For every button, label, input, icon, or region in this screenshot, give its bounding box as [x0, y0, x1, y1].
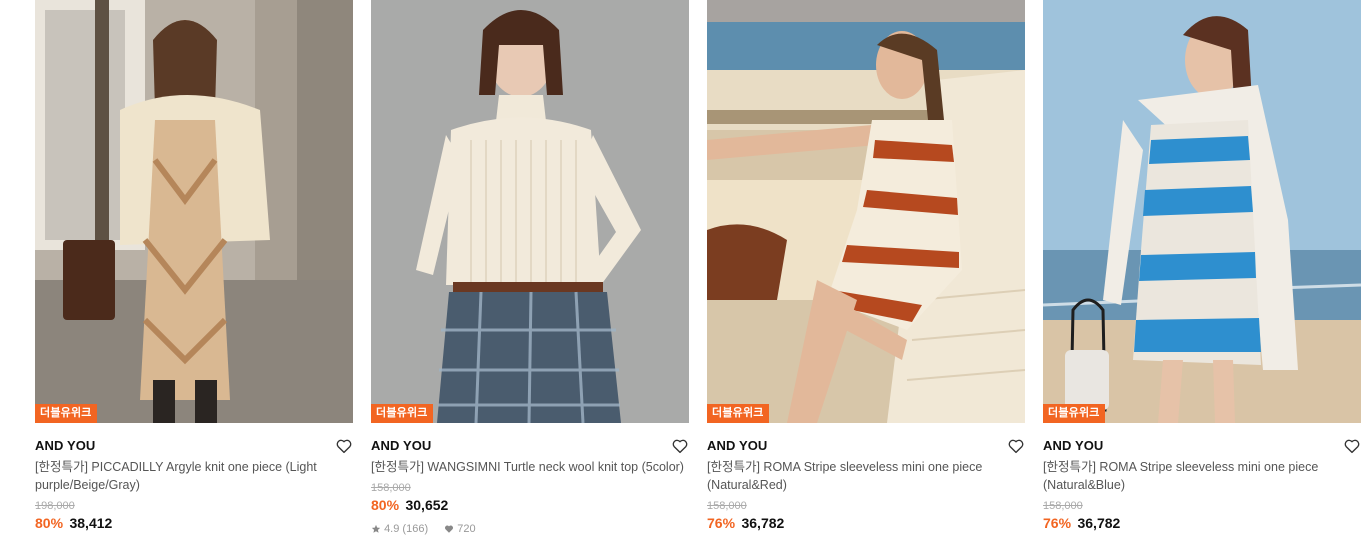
original-price: 158,000	[1043, 500, 1083, 512]
price-row: 76% 36,782	[707, 513, 1025, 534]
original-price: 158,000	[707, 500, 747, 512]
product-title[interactable]: [한정특가] PICCADILLY Argyle knit one piece …	[35, 458, 353, 496]
sale-price: 38,412	[69, 515, 113, 531]
price-row: 76% 36,782	[1043, 513, 1361, 534]
product-photo	[707, 0, 1025, 423]
brand-name[interactable]: AND YOU	[1043, 435, 1361, 457]
rating-value: 4.9	[384, 523, 400, 536]
product-card: 더블유위크 AND YOU [한정특가] ROMA Stripe sleevel…	[707, 0, 1025, 550]
heart-filled-icon	[444, 524, 454, 534]
product-image-link[interactable]: 더블유위크	[1043, 0, 1361, 423]
brand-name[interactable]: AND YOU	[707, 435, 1025, 457]
discount-rate: 76%	[1043, 515, 1072, 531]
brand-row: AND YOU	[371, 435, 689, 457]
brand-row: AND YOU	[35, 435, 353, 457]
product-image-link[interactable]: 더블유위크	[35, 0, 353, 423]
product-title[interactable]: [한정특가] WANGSIMNI Turtle neck wool knit t…	[371, 458, 689, 478]
price-row: 80% 38,412	[35, 513, 353, 534]
product-grid: 더블유위크 AND YOU [한정특가] PICCADILLY Argyle k…	[0, 0, 1366, 550]
heart-outline-icon[interactable]	[1007, 437, 1025, 455]
product-image-link[interactable]: 더블유위크	[371, 0, 689, 423]
discount-rate: 80%	[371, 497, 400, 513]
product-title[interactable]: [한정특가] ROMA Stripe sleeveless mini one p…	[707, 458, 1025, 496]
product-card: 더블유위크 AND YOU [한정특가] PICCADILLY Argyle k…	[35, 0, 353, 550]
sale-price: 36,782	[741, 515, 785, 531]
promo-badge: 더블유위크	[35, 404, 97, 423]
like-count: 720	[457, 523, 476, 536]
product-image-link[interactable]: 더블유위크	[707, 0, 1025, 423]
product-card: 더블유위크 AND YOU [한정특가] ROMA Stripe sleevel…	[1043, 0, 1361, 550]
product-photo	[371, 0, 689, 423]
promo-badge: 더블유위크	[371, 404, 433, 423]
review-meta: 4.9 (166) 720	[371, 522, 689, 536]
promo-badge: 더블유위크	[1043, 404, 1105, 423]
original-price: 158,000	[371, 482, 411, 494]
heart-outline-icon[interactable]	[1343, 437, 1361, 455]
product-card: 더블유위크 AND YOU [한정특가] WANGSIMNI Turtle ne…	[371, 0, 689, 550]
brand-name[interactable]: AND YOU	[35, 435, 353, 457]
price-row: 80% 30,652	[371, 495, 689, 516]
product-photo	[35, 0, 353, 423]
star-icon	[371, 524, 381, 534]
discount-rate: 80%	[35, 515, 64, 531]
brand-row: AND YOU	[1043, 435, 1361, 457]
product-photo	[1043, 0, 1361, 423]
sale-price: 36,782	[1077, 515, 1121, 531]
promo-badge: 더블유위크	[707, 404, 769, 423]
brand-row: AND YOU	[707, 435, 1025, 457]
review-count: (166)	[402, 523, 429, 536]
sale-price: 30,652	[405, 497, 449, 513]
discount-rate: 76%	[707, 515, 736, 531]
heart-outline-icon[interactable]	[671, 437, 689, 455]
original-price: 198,000	[35, 500, 75, 512]
product-title[interactable]: [한정특가] ROMA Stripe sleeveless mini one p…	[1043, 458, 1361, 496]
heart-outline-icon[interactable]	[335, 437, 353, 455]
brand-name[interactable]: AND YOU	[371, 435, 689, 457]
